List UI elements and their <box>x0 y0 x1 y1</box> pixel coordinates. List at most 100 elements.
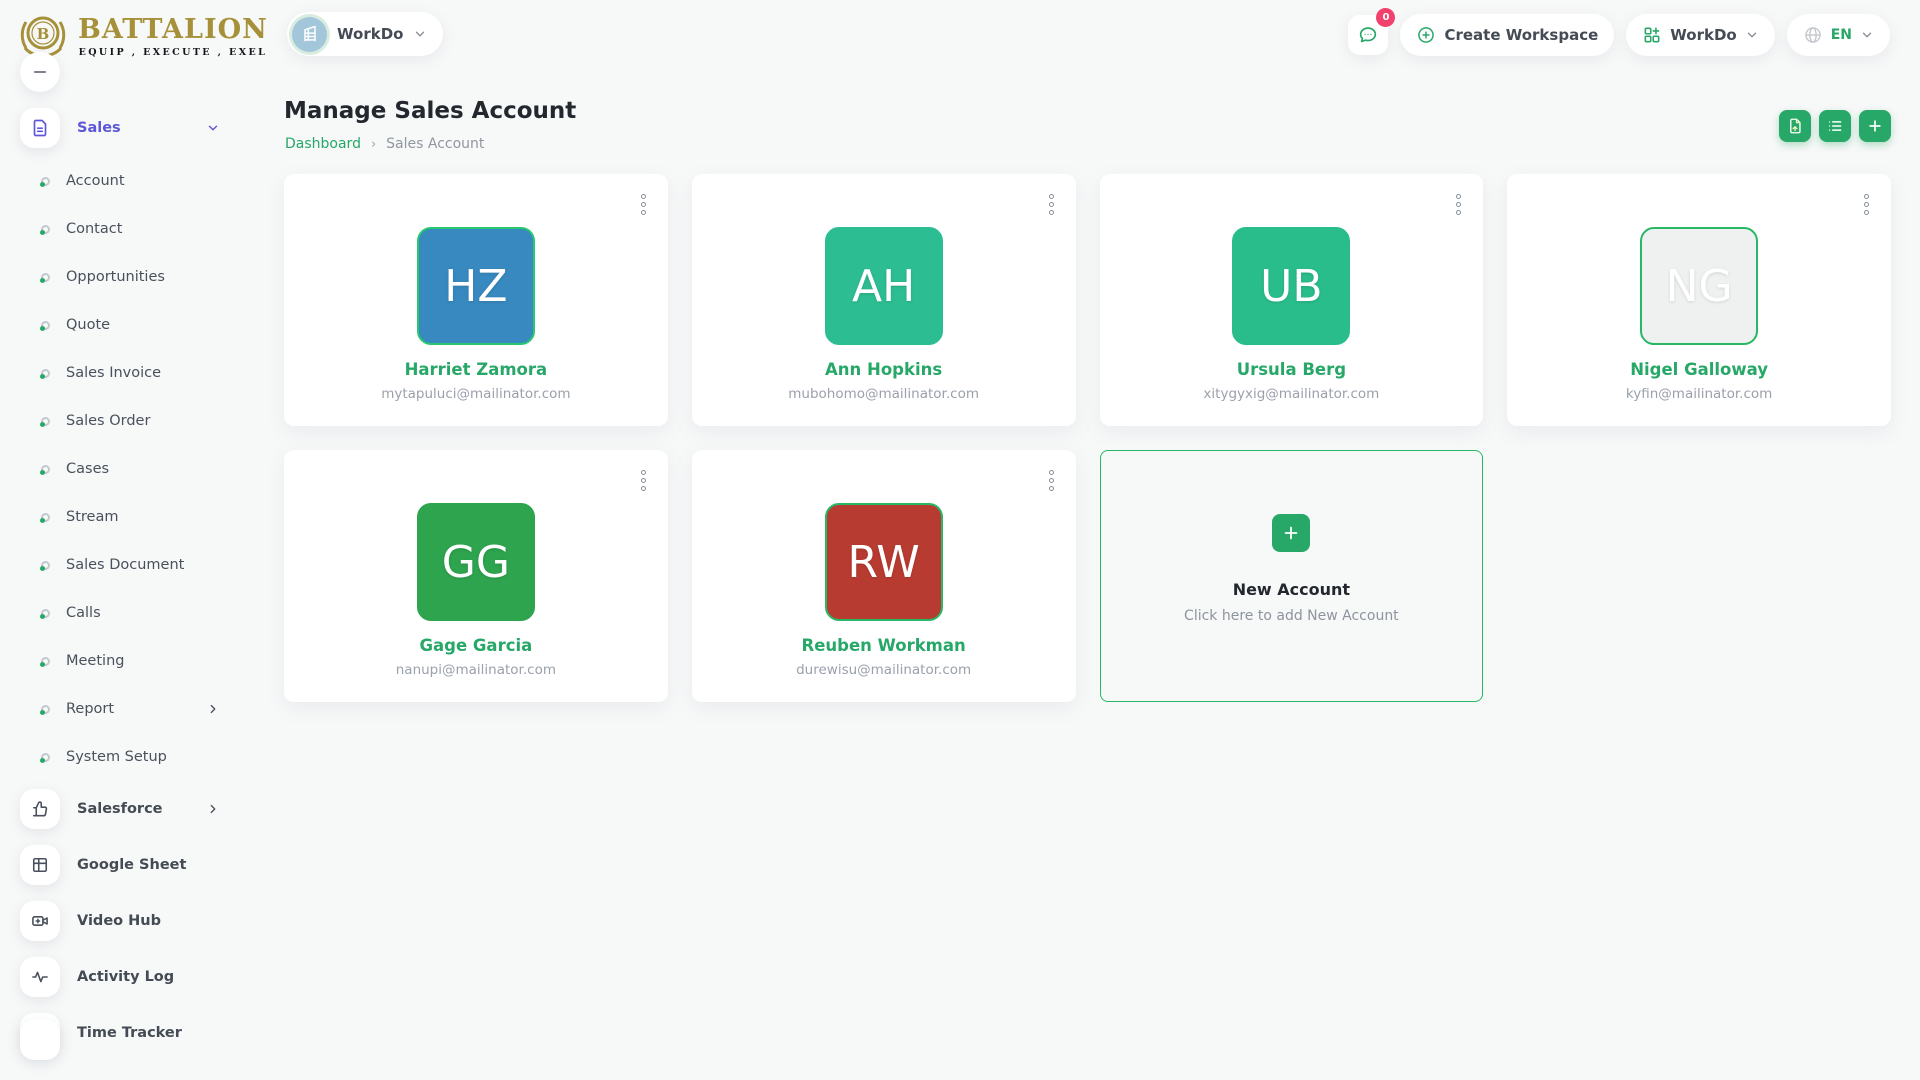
sidebar-subitem-calls[interactable]: Calls <box>0 589 250 637</box>
account-email: mytapuluci@mailinator.com <box>284 386 668 402</box>
chevron-down-icon <box>1860 28 1874 42</box>
sidebar-subitem-stream[interactable]: Stream <box>0 493 250 541</box>
workspace-menu-label: WorkDo <box>1670 26 1736 44</box>
kebab-menu-icon[interactable] <box>637 190 650 219</box>
list-view-button[interactable] <box>1819 110 1851 142</box>
account-avatar: AH <box>825 227 943 345</box>
account-card: NG Nigel Galloway kyfin@mailinator.com <box>1507 174 1891 426</box>
sidebar-toggle-button[interactable] <box>20 52 60 92</box>
add-account-button[interactable] <box>1859 110 1891 142</box>
brand-name: BATTALION <box>78 16 268 44</box>
bullet-icon <box>41 177 50 186</box>
kebab-menu-icon[interactable] <box>1045 466 1058 495</box>
kebab-menu-icon[interactable] <box>1045 190 1058 219</box>
account-name-link[interactable]: Nigel Galloway <box>1507 360 1891 379</box>
language-selector[interactable]: EN <box>1787 14 1890 56</box>
table-icon <box>20 845 60 885</box>
account-name-link[interactable]: Ursula Berg <box>1100 360 1484 379</box>
subitem-label: Opportunities <box>66 269 165 285</box>
sidebar-subitem-account[interactable]: Account <box>0 157 250 205</box>
chevron-right-icon: › <box>371 137 376 152</box>
avatar-initials: RW <box>847 537 919 588</box>
sidebar-subitem-report[interactable]: Report <box>0 685 250 733</box>
sidebar-item-label: Google Sheet <box>77 857 186 873</box>
workspace-menu-button[interactable]: WorkDo <box>1626 14 1774 56</box>
sidebar-subitem-sales-invoice[interactable]: Sales Invoice <box>0 349 250 397</box>
video-camera-icon <box>20 901 60 941</box>
list-view-icon <box>1826 117 1844 135</box>
sidebar-item-video-hub[interactable]: Video Hub <box>0 897 250 945</box>
bullet-icon <box>41 609 50 618</box>
avatar-initials: NG <box>1666 261 1733 312</box>
sidebar-subitem-opportunities[interactable]: Opportunities <box>0 253 250 301</box>
kebab-menu-icon[interactable] <box>1452 190 1465 219</box>
document-icon <box>20 108 60 148</box>
account-name-link[interactable]: Harriet Zamora <box>284 360 668 379</box>
bullet-icon <box>41 753 50 762</box>
bullet-icon <box>41 273 50 282</box>
bullet-icon <box>41 705 50 714</box>
sidebar-item-label: Salesforce <box>77 801 163 817</box>
avatar-initials: HZ <box>444 261 507 312</box>
subitem-label: Cases <box>66 461 109 477</box>
bullet-icon <box>41 321 50 330</box>
workspace-name: WorkDo <box>337 25 403 43</box>
account-card: AH Ann Hopkins mubohomo@mailinator.com <box>692 174 1076 426</box>
sidebar-item-salesforce[interactable]: Salesforce <box>0 785 250 833</box>
subitem-label: Quote <box>66 317 110 333</box>
new-account-card[interactable]: New Account Click here to add New Accoun… <box>1100 450 1484 702</box>
messages-button[interactable]: 0 <box>1348 15 1388 55</box>
account-card: HZ Harriet Zamora mytapuluci@mailinator.… <box>284 174 668 426</box>
kebab-menu-icon[interactable] <box>1860 190 1873 219</box>
thumbs-up-icon <box>20 789 60 829</box>
sidebar-subitem-sales-document[interactable]: Sales Document <box>0 541 250 589</box>
sidebar-item-label: Time Tracker <box>77 1025 182 1041</box>
subitem-label: Calls <box>66 605 101 621</box>
avatar-initials: AH <box>852 261 915 312</box>
sidebar-item-activity-log[interactable]: Activity Log <box>0 953 250 1001</box>
subitem-label: Sales Order <box>66 413 150 429</box>
building-icon <box>292 17 327 52</box>
account-email: xitygyxig@mailinator.com <box>1100 386 1484 402</box>
subitem-label: Sales Document <box>66 557 184 573</box>
kebab-menu-icon[interactable] <box>637 466 650 495</box>
chevron-down-icon <box>413 27 427 41</box>
subitem-label: Sales Invoice <box>66 365 161 381</box>
sidebar-item-sales[interactable]: Sales <box>0 104 250 152</box>
sidebar-item-partial[interactable] <box>20 1020 60 1060</box>
account-email: nanupi@mailinator.com <box>284 662 668 678</box>
chat-bubble-icon <box>1357 24 1379 46</box>
export-file-icon <box>1786 117 1804 135</box>
create-workspace-button[interactable]: Create Workspace <box>1400 14 1614 56</box>
bullet-icon <box>41 465 50 474</box>
chevron-down-icon <box>206 121 220 135</box>
bullet-icon <box>41 417 50 426</box>
sidebar-subitem-contact[interactable]: Contact <box>0 205 250 253</box>
sidebar-subitem-quote[interactable]: Quote <box>0 301 250 349</box>
account-name-link[interactable]: Ann Hopkins <box>692 360 1076 379</box>
sidebar-subitem-sales-order[interactable]: Sales Order <box>0 397 250 445</box>
sidebar-subitem-meeting[interactable]: Meeting <box>0 637 250 685</box>
breadcrumb: Dashboard › Sales Account <box>285 136 484 152</box>
chevron-down-icon <box>1745 28 1759 42</box>
account-card: RW Reuben Workman durewisu@mailinator.co… <box>692 450 1076 702</box>
activity-pulse-icon <box>20 957 60 997</box>
bullet-icon <box>41 513 50 522</box>
account-avatar: HZ <box>417 227 535 345</box>
workspace-switcher[interactable]: WorkDo <box>287 12 443 56</box>
breadcrumb-dashboard-link[interactable]: Dashboard <box>285 136 361 152</box>
sidebar-item-label: Video Hub <box>77 913 161 929</box>
sidebar-item-google-sheet[interactable]: Google Sheet <box>0 841 250 889</box>
main-content: Manage Sales Account Dashboard › Sales A… <box>250 70 1920 1080</box>
plus-circle-icon <box>1416 25 1436 45</box>
account-name-link[interactable]: Gage Garcia <box>284 636 668 655</box>
avatar-initials: UB <box>1260 261 1322 312</box>
sidebar-subitem-system-setup[interactable]: System Setup <box>0 733 250 781</box>
accounts-grid: HZ Harriet Zamora mytapuluci@mailinator.… <box>284 174 1891 702</box>
export-button[interactable] <box>1779 110 1811 142</box>
account-name-link[interactable]: Reuben Workman <box>692 636 1076 655</box>
account-avatar: UB <box>1232 227 1350 345</box>
sidebar-subitem-cases[interactable]: Cases <box>0 445 250 493</box>
account-avatar: NG <box>1640 227 1758 345</box>
account-email: durewisu@mailinator.com <box>692 662 1076 678</box>
